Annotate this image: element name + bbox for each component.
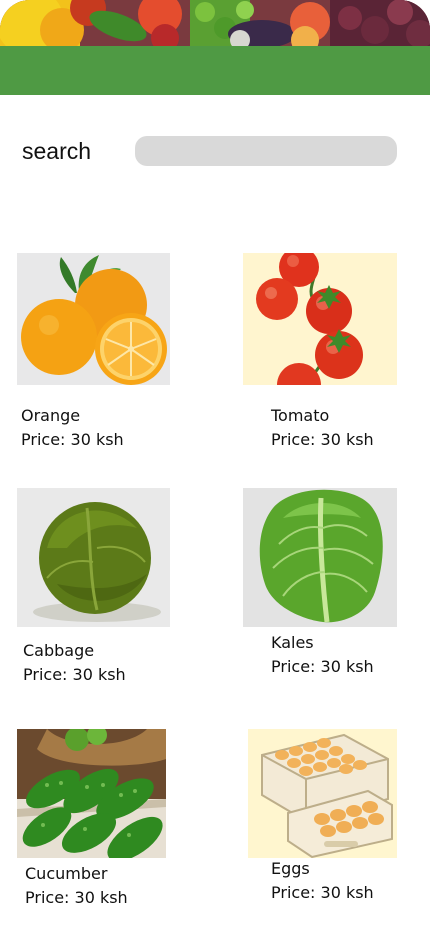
product-price: Price: 30 ksh [271, 430, 374, 449]
tomato-image[interactable] [243, 253, 397, 385]
product-name: Cucumber [25, 864, 108, 883]
kales-image[interactable] [243, 488, 397, 627]
cucumber-image[interactable] [17, 729, 166, 858]
product-price: Price: 30 ksh [271, 657, 374, 676]
product-name: Orange [21, 406, 81, 425]
product-price: Price: 30 ksh [25, 888, 128, 907]
search-input[interactable] [135, 136, 397, 166]
eggs-image[interactable] [248, 729, 397, 858]
cabbage-image[interactable] [17, 488, 170, 627]
product-name: Kales [271, 633, 314, 652]
product-name: Cabbage [23, 641, 95, 660]
product-price: Price: 30 ksh [23, 665, 126, 684]
search-label: search [22, 138, 92, 164]
orange-image[interactable] [17, 253, 170, 385]
header-bar [0, 46, 430, 95]
product-name: Tomato [271, 406, 330, 425]
product-price: Price: 30 ksh [271, 883, 374, 902]
product-name: Eggs [271, 859, 310, 878]
product-price: Price: 30 ksh [21, 430, 124, 449]
hero-banner-image [0, 0, 430, 46]
